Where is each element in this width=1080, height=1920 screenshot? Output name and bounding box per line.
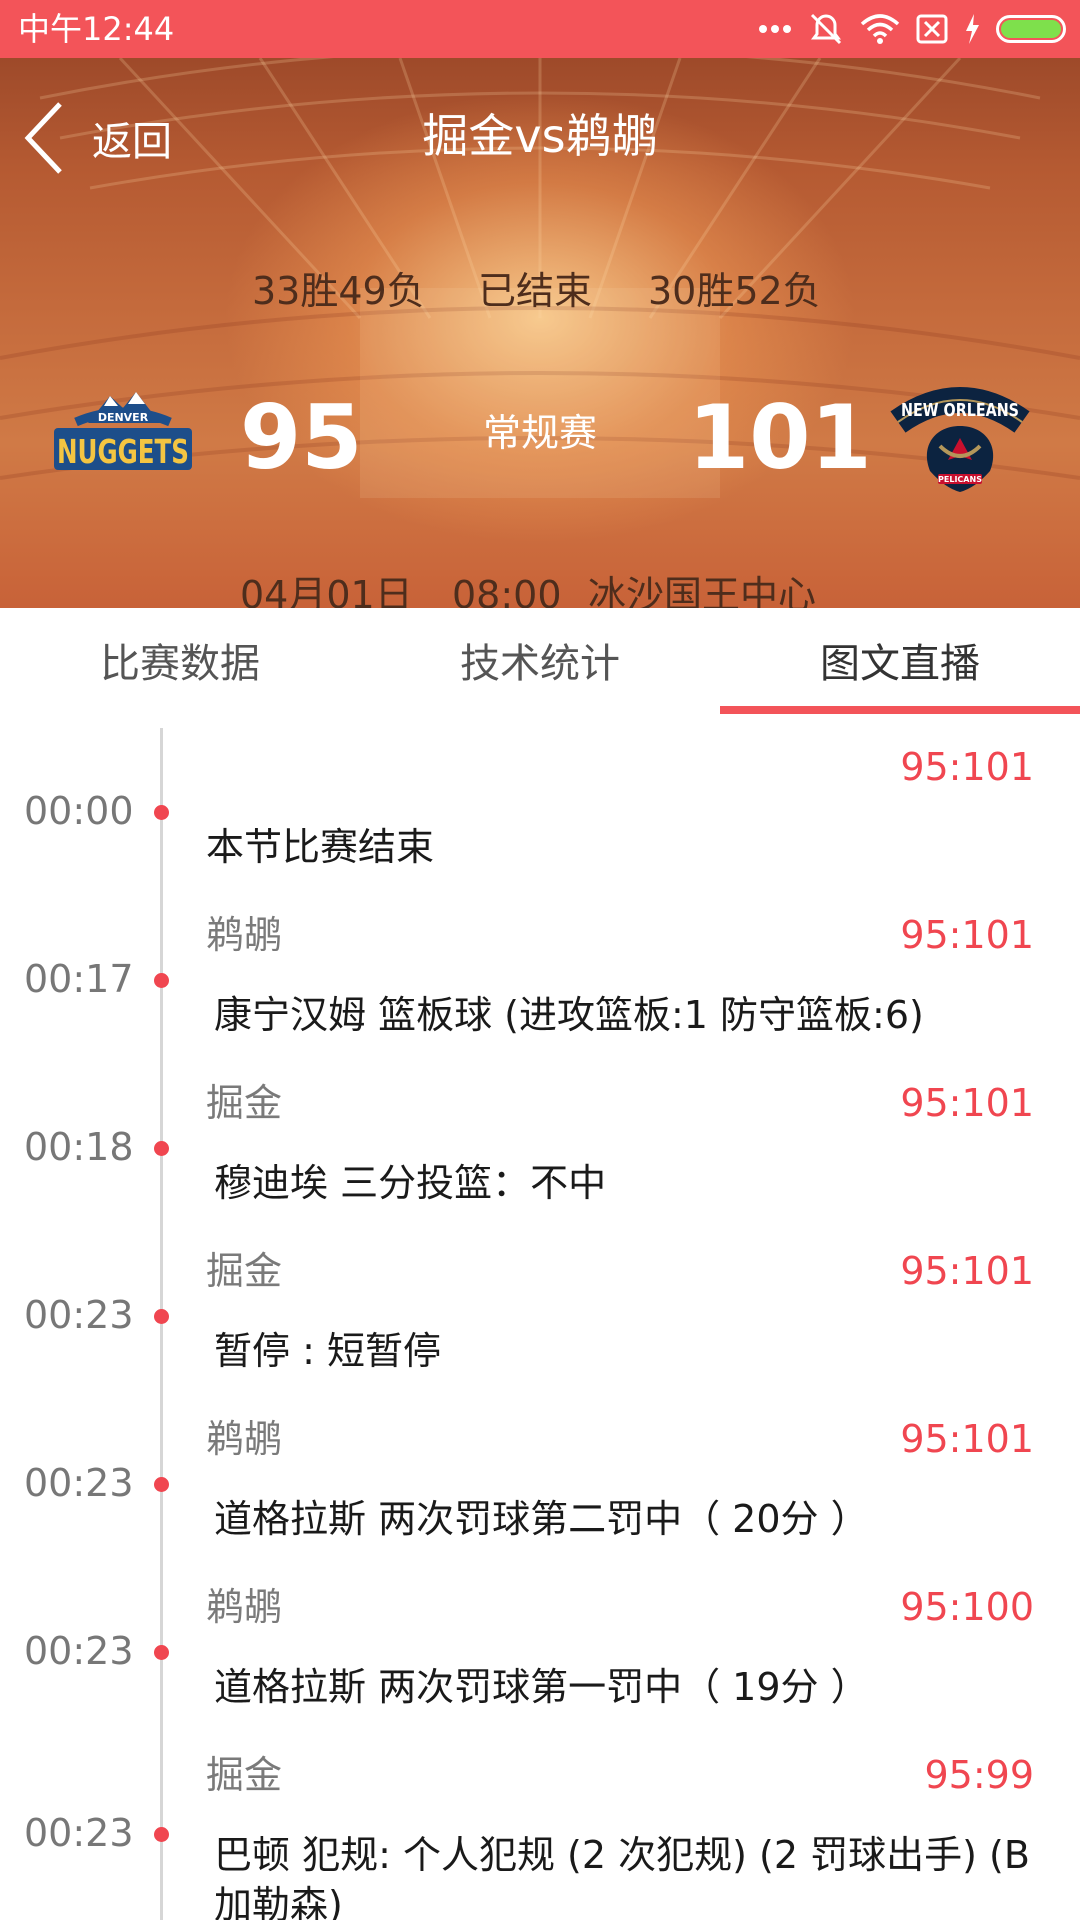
feed-entry: 00:23 掘金 95:99 巴顿 犯规: 个人犯规 (2 次犯规) (2 罚球… [0, 1718, 1080, 1920]
entry-team: 鹈鹕 [206, 1417, 283, 1461]
entry-text: 暂停 : 短暂停 [214, 1329, 441, 1373]
game-type: 常规赛 [482, 411, 597, 455]
feed-entry: 00:23 掘金 95:101 暂停 : 短暂停 [0, 1214, 1080, 1382]
entry-text: 康宁汉姆 篮板球 (进攻篮板:1 防守篮板:6) [214, 993, 924, 1037]
home-record: 33胜49负 [252, 269, 425, 313]
entry-text: 穆迪埃 三分投篮：不中 [214, 1161, 607, 1205]
svg-text:DENVER: DENVER [98, 411, 149, 424]
page-title: 掘金vs鹈鹕 [422, 109, 658, 163]
feed-entry: 00:18 掘金 95:101 穆迪埃 三分投篮：不中 [0, 1046, 1080, 1214]
home-score: 95 [240, 386, 363, 489]
svg-text:PELICANS: PELICANS [938, 475, 982, 484]
entry-time: 00:23 [24, 1629, 134, 1673]
entry-team: 掘金 [206, 1081, 283, 1125]
entry-text: 巴顿 犯规: 个人犯规 (2 次犯规) (2 罚球出手) (B 加勒森) [214, 1833, 1030, 1920]
tab-bar: 比赛数据 技术统计 图文直播 [0, 608, 1080, 714]
tab-live-text[interactable]: 图文直播 [720, 608, 1080, 714]
entry-score: 95:100 [900, 1585, 1034, 1629]
vibrate-off-icon [810, 13, 842, 45]
entry-time: 00:00 [24, 789, 134, 833]
entry-score: 95:101 [900, 1417, 1034, 1461]
timeline-dot [154, 1645, 169, 1660]
entry-team: 鹈鹕 [206, 913, 283, 957]
entry-text: 道格拉斯 两次罚球第二罚中（ 20分 ） [214, 1497, 869, 1541]
entry-score: 95:101 [900, 1081, 1034, 1125]
svg-text:NUGGETS: NUGGETS [57, 432, 189, 471]
charging-icon [966, 14, 979, 44]
status-time: 中午12:44 [18, 10, 175, 48]
feed-entry: 00:23 鹈鹕 95:101 道格拉斯 两次罚球第二罚中（ 20分 ） [0, 1382, 1080, 1550]
away-record: 30胜52负 [648, 269, 821, 313]
svg-text:NEW ORLEANS: NEW ORLEANS [901, 400, 1019, 421]
status-bar: 中午12:44 [0, 0, 1080, 58]
battery-icon [996, 15, 1066, 43]
entry-score: 95:99 [924, 1753, 1034, 1797]
timeline-dot [154, 973, 169, 988]
entry-team: 掘金 [206, 1249, 283, 1293]
entry-time: 00:18 [24, 1125, 134, 1169]
entry-team: 鹈鹕 [206, 1585, 283, 1629]
timeline-dot [154, 1309, 169, 1324]
back-button[interactable]: 返回 [24, 98, 172, 178]
active-tab-indicator [720, 706, 1080, 714]
entry-team: 掘金 [206, 1753, 283, 1797]
game-date: 04月01日 [240, 573, 413, 608]
entry-time: 00:23 [24, 1811, 134, 1855]
game-status: 已结束 [478, 269, 593, 313]
tab-game-data[interactable]: 比赛数据 [0, 608, 360, 714]
entry-text: 道格拉斯 两次罚球第一罚中（ 19分 ） [214, 1665, 869, 1709]
game-time: 08:00 [452, 573, 562, 608]
entry-score: 95:101 [900, 745, 1034, 789]
entry-score: 95:101 [900, 1249, 1034, 1293]
entry-text: 本节比赛结束 [206, 825, 435, 869]
home-team-logo: DENVER NUGGETS [54, 392, 192, 471]
wifi-icon [860, 14, 900, 44]
away-team-logo: PELICANS NEW ORLEANS [890, 387, 1030, 492]
timeline-dot [154, 805, 169, 820]
timeline-dot [154, 1477, 169, 1492]
game-header: 返回 掘金vs鹈鹕 33胜49负 已结束 30胜52负 DENVER NUGGE… [0, 58, 1080, 608]
game-venue: 冰沙国王中心 [588, 573, 817, 608]
feed-entry: 00:17 鹈鹕 95:101 康宁汉姆 篮板球 (进攻篮板:1 防守篮板:6) [0, 878, 1080, 1046]
entry-time: 00:23 [24, 1293, 134, 1337]
more-dots-icon [759, 25, 791, 33]
timeline-dot [154, 1827, 169, 1842]
status-icons [758, 10, 1066, 48]
entry-score: 95:101 [900, 913, 1034, 957]
live-feed[interactable]: 00:00 95:101 本节比赛结束 00:17 鹈鹕 95:101 康宁汉姆… [0, 714, 1080, 1920]
battery-level [1001, 20, 1061, 38]
timeline-dot [154, 1141, 169, 1156]
entry-time: 00:23 [24, 1461, 134, 1505]
feed-entry: 00:23 鹈鹕 95:100 道格拉斯 两次罚球第一罚中（ 19分 ） [0, 1550, 1080, 1718]
entry-time: 00:17 [24, 957, 134, 1001]
sim-off-icon [916, 14, 948, 44]
away-score: 101 [688, 386, 872, 489]
back-arrow-icon [24, 102, 62, 174]
feed-entry: 00:00 95:101 本节比赛结束 [0, 714, 1080, 878]
back-label: 返回 [92, 119, 172, 165]
tab-tech-stats[interactable]: 技术统计 [360, 608, 720, 714]
